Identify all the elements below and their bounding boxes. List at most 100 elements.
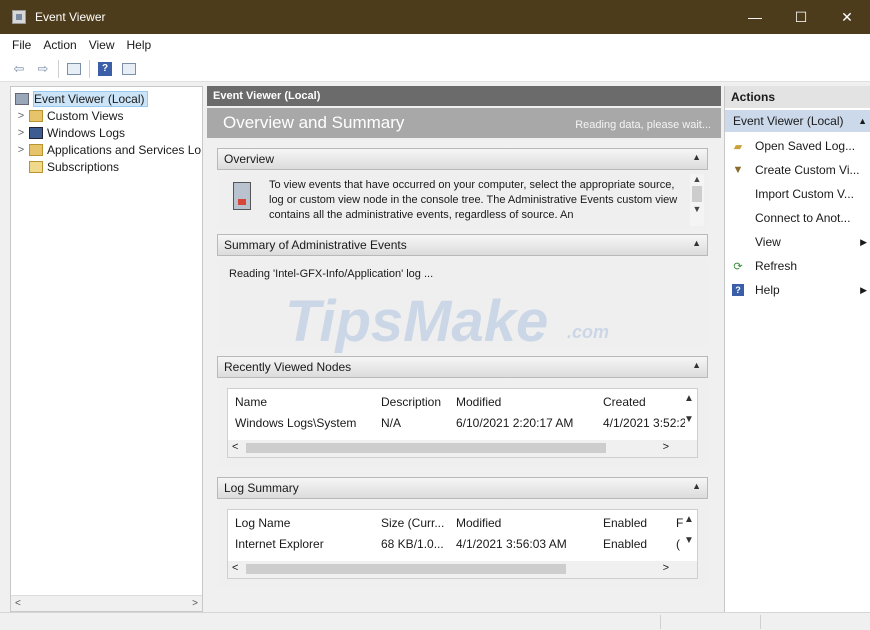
column-header[interactable]: Name xyxy=(235,395,375,409)
table-horizontal-scrollbar[interactable]: < > xyxy=(228,440,697,457)
table-horizontal-scrollbar[interactable]: < > xyxy=(228,561,697,578)
expand-chevron-icon[interactable]: > xyxy=(15,144,27,156)
overview-vertical-scrollbar[interactable]: ▲ ▼ xyxy=(690,174,704,226)
show-hide-console-tree-button[interactable] xyxy=(65,60,83,78)
cell-size: 68 KB/1.0... xyxy=(381,537,444,551)
column-header[interactable]: Enabled xyxy=(603,516,663,530)
tree-item-label: Subscriptions xyxy=(47,159,120,174)
collapse-caret-icon[interactable]: ▲ xyxy=(692,360,701,370)
submenu-arrow-icon: ▶ xyxy=(860,236,867,247)
menu-view[interactable]: View xyxy=(83,38,121,52)
overview-banner-title: Overview and Summary xyxy=(223,113,405,132)
window-controls: — ☐ ✕ xyxy=(732,0,870,34)
console-tree-icon xyxy=(67,62,81,75)
column-header[interactable]: Description xyxy=(381,395,453,409)
window-title: Event Viewer xyxy=(35,10,106,24)
table-row[interactable]: Windows Logs\System N/A 6/10/2021 2:20:1… xyxy=(228,413,699,433)
close-button[interactable]: ✕ xyxy=(824,0,870,34)
table-vertical-scrollbar[interactable]: ▲ ▼ xyxy=(681,389,697,437)
menu-file[interactable]: File xyxy=(6,38,37,52)
cell-name: Windows Logs\System xyxy=(235,416,357,430)
watermark-logo: TipsMake xyxy=(285,289,549,354)
cell-created: 4/1/2021 3:52:2 xyxy=(603,416,685,430)
menu-help[interactable]: Help xyxy=(121,38,158,52)
submenu-arrow-icon: ▶ xyxy=(860,284,867,295)
recent-nodes-table[interactable]: Name Description Modified Created Window… xyxy=(227,388,698,458)
expand-chevron-icon[interactable]: > xyxy=(15,127,27,139)
event-viewer-icon xyxy=(15,92,29,105)
column-header[interactable]: Log Name xyxy=(235,516,375,530)
maximize-button[interactable]: ☐ xyxy=(778,0,824,34)
scroll-up-icon[interactable]: ▲ xyxy=(681,514,697,525)
section-title: Summary of Administrative Events xyxy=(224,238,407,252)
tree-item-windows-logs[interactable]: > Windows Logs xyxy=(15,124,125,141)
loading-status: Reading data, please wait... xyxy=(575,119,711,131)
collapse-caret-icon[interactable]: ▲ xyxy=(692,481,701,491)
action-pane-icon xyxy=(122,62,136,75)
menu-action[interactable]: Action xyxy=(37,38,82,52)
action-connect-to-another[interactable]: Connect to Anot... xyxy=(725,206,870,230)
folder-open-icon: ▰ xyxy=(733,140,743,153)
overview-section-body: To view events that have occurred on you… xyxy=(217,172,708,228)
collapse-caret-icon[interactable]: ▲ xyxy=(858,116,867,126)
action-open-saved-log[interactable]: ▰ Open Saved Log... xyxy=(725,134,870,158)
minimize-button[interactable]: — xyxy=(732,0,778,34)
log-summary-section-body: Log Name Size (Curr... Modified Enabled … xyxy=(217,501,708,587)
status-divider xyxy=(660,615,661,629)
scroll-right-icon[interactable]: > xyxy=(663,441,669,453)
scroll-down-icon[interactable]: ▼ xyxy=(681,414,697,425)
action-help[interactable]: ? Help ▶ xyxy=(725,278,870,302)
scroll-right-icon[interactable]: > xyxy=(663,562,669,574)
table-row[interactable]: Internet Explorer 68 KB/1.0... 4/1/2021 … xyxy=(228,534,699,554)
overview-section-header[interactable]: Overview ▲ xyxy=(217,148,708,170)
actions-header: Actions xyxy=(725,86,870,108)
cell-modified: 6/10/2021 2:20:17 AM xyxy=(456,416,574,430)
scroll-left-icon[interactable]: < xyxy=(15,598,21,609)
column-header[interactable]: Created xyxy=(603,395,683,409)
summary-status-text: Reading 'Intel-GFX-Info/Application' log… xyxy=(229,268,434,280)
recent-nodes-section-header[interactable]: Recently Viewed Nodes ▲ xyxy=(217,356,708,378)
tree-item-label: Custom Views xyxy=(47,108,124,123)
action-view[interactable]: View ▶ xyxy=(725,230,870,254)
scroll-down-icon[interactable]: ▼ xyxy=(690,204,704,214)
tree-item-event-viewer-local[interactable]: Event Viewer (Local) xyxy=(13,90,148,107)
recent-nodes-section-body: Name Description Modified Created Window… xyxy=(217,380,708,466)
scroll-up-icon[interactable]: ▲ xyxy=(681,393,697,404)
table-vertical-scrollbar[interactable]: ▲ ▼ xyxy=(681,510,697,558)
scrollbar-thumb[interactable] xyxy=(246,443,606,453)
back-arrow-icon[interactable]: ⇦ xyxy=(10,60,28,78)
blank-icon xyxy=(731,235,745,249)
scroll-left-icon[interactable]: < xyxy=(232,562,238,574)
log-summary-table[interactable]: Log Name Size (Curr... Modified Enabled … xyxy=(227,509,698,579)
forward-arrow-icon[interactable]: ⇨ xyxy=(34,60,52,78)
action-refresh[interactable]: ⟳ Refresh xyxy=(725,254,870,278)
tree-horizontal-scrollbar[interactable]: < > xyxy=(11,595,202,611)
tree-item-applications-services[interactable]: > Applications and Services Lo xyxy=(15,141,201,158)
actions-group-title: Event Viewer (Local) xyxy=(733,114,844,128)
windows-logs-icon xyxy=(29,126,43,139)
console-tree[interactable]: Event Viewer (Local) > Custom Views > Wi… xyxy=(10,86,203,612)
action-create-custom-view[interactable]: ▼ Create Custom Vi... xyxy=(725,158,870,182)
scroll-right-icon[interactable]: > xyxy=(192,598,198,609)
expand-chevron-icon[interactable]: > xyxy=(15,110,27,122)
blank-icon xyxy=(731,187,745,201)
scrollbar-thumb[interactable] xyxy=(692,186,702,202)
log-summary-section-header[interactable]: Log Summary ▲ xyxy=(217,477,708,499)
column-header[interactable]: Modified xyxy=(456,516,596,530)
action-import-custom-view[interactable]: Import Custom V... xyxy=(725,182,870,206)
actions-group-header[interactable]: Event Viewer (Local) ▲ xyxy=(725,110,870,132)
summary-section-header[interactable]: Summary of Administrative Events ▲ xyxy=(217,234,708,256)
tree-item-custom-views[interactable]: > Custom Views xyxy=(15,107,124,124)
scrollbar-thumb[interactable] xyxy=(246,564,566,574)
collapse-caret-icon[interactable]: ▲ xyxy=(692,152,701,162)
show-hide-action-pane-button[interactable] xyxy=(120,60,138,78)
scroll-down-icon[interactable]: ▼ xyxy=(681,535,697,546)
action-label: Import Custom V... xyxy=(755,187,854,201)
collapse-caret-icon[interactable]: ▲ xyxy=(692,238,701,248)
tree-item-subscriptions[interactable]: Subscriptions xyxy=(15,158,119,175)
column-header[interactable]: Modified xyxy=(456,395,596,409)
column-header[interactable]: Size (Curr... xyxy=(381,516,449,530)
help-button[interactable]: ? xyxy=(96,60,114,78)
scroll-up-icon[interactable]: ▲ xyxy=(690,174,704,184)
scroll-left-icon[interactable]: < xyxy=(232,441,238,453)
